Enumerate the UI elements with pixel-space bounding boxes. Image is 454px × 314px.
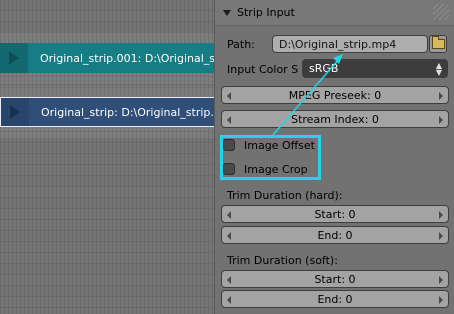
decrement-arrow-icon[interactable] xyxy=(227,296,231,304)
trim-soft-end-field[interactable]: End: 0 xyxy=(221,290,449,308)
trim-soft-start-field[interactable]: Start: 0 xyxy=(221,270,449,288)
trim-hard-end-field[interactable]: End: 0 xyxy=(221,226,449,244)
trim-hard-heading: Trim Duration (hard): xyxy=(227,189,343,202)
decrement-arrow-icon[interactable] xyxy=(227,92,231,100)
path-field[interactable]: D:\Original_strip.mp4 xyxy=(272,35,428,53)
strip-left-handle[interactable] xyxy=(1,98,29,126)
trim-soft-start-value: Start: 0 xyxy=(314,272,356,286)
decrement-arrow-icon[interactable] xyxy=(227,116,231,124)
strip-input-header[interactable]: Strip Input xyxy=(215,0,454,26)
stream-index-field[interactable]: Stream Index: 0 xyxy=(221,110,449,128)
mpeg-preseek-value: MPEG Preseek: 0 xyxy=(288,88,382,102)
panel-title: Strip Input xyxy=(237,6,295,19)
input-color-space-label: Input Color S xyxy=(227,63,299,76)
play-triangle-icon xyxy=(10,105,20,119)
annotation-highlight-box xyxy=(220,135,321,180)
strip-left-handle[interactable] xyxy=(0,43,28,73)
file-browse-button[interactable] xyxy=(429,35,447,53)
strip-label: Original_strip: D:\Original_strip.mp4 xyxy=(41,105,214,119)
stream-index-value: Stream Index: 0 xyxy=(291,112,379,126)
collapse-caret-icon xyxy=(223,9,231,16)
increment-arrow-icon[interactable] xyxy=(439,92,443,100)
color-space-value: sRGB xyxy=(309,62,339,75)
path-value: D:\Original_strip.mp4 xyxy=(279,37,397,51)
sequencer-strip-original-001[interactable]: Original_strip.001: D:\Original_strip.mp… xyxy=(0,43,214,73)
trim-hard-start-field[interactable]: Start: 0 xyxy=(221,205,449,223)
play-triangle-icon xyxy=(9,51,19,65)
drag-grip-icon[interactable] xyxy=(433,4,449,20)
trim-soft-end-value: End: 0 xyxy=(317,292,353,306)
increment-arrow-icon[interactable] xyxy=(439,211,443,219)
sequencer-timeline[interactable]: Original_strip.001: D:\Original_strip.mp… xyxy=(0,0,214,314)
folder-icon xyxy=(431,36,445,49)
color-space-select[interactable]: sRGB ▲ ▼ xyxy=(302,59,448,78)
trim-hard-start-value: Start: 0 xyxy=(314,207,356,221)
decrement-arrow-icon[interactable] xyxy=(227,232,231,240)
trim-soft-heading: Trim Duration (soft): xyxy=(227,254,338,267)
sequencer-strip-original[interactable]: Original_strip: D:\Original_strip.mp4 xyxy=(0,97,214,127)
decrement-arrow-icon[interactable] xyxy=(227,276,231,284)
increment-arrow-icon[interactable] xyxy=(439,232,443,240)
increment-arrow-icon[interactable] xyxy=(439,276,443,284)
trim-hard-end-value: End: 0 xyxy=(317,228,353,242)
mpeg-preseek-field[interactable]: MPEG Preseek: 0 xyxy=(221,86,449,104)
increment-arrow-icon[interactable] xyxy=(439,116,443,124)
increment-arrow-icon[interactable] xyxy=(439,296,443,304)
path-label: Path: xyxy=(227,38,255,51)
strip-label: Original_strip.001: D:\Original_strip.mp… xyxy=(40,51,214,65)
decrement-arrow-icon[interactable] xyxy=(227,211,231,219)
updown-arrows-icon: ▲ ▼ xyxy=(435,60,442,77)
